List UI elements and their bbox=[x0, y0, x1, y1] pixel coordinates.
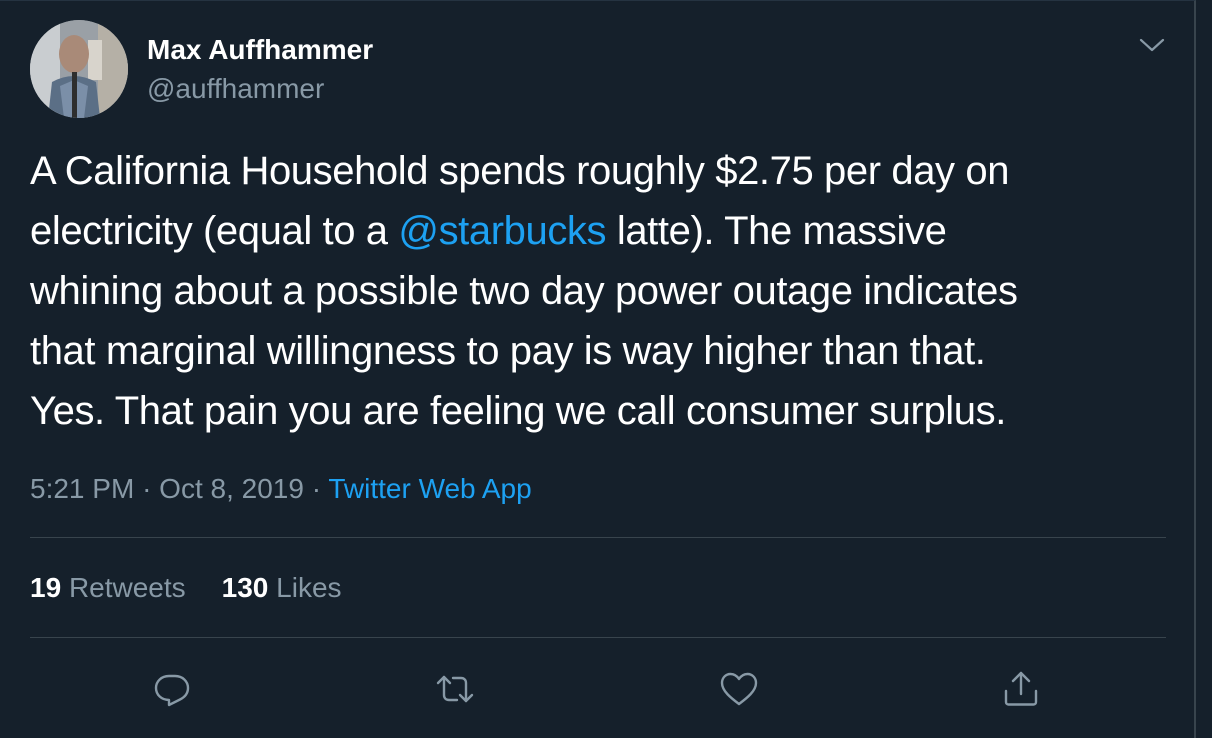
avatar-image bbox=[30, 20, 128, 118]
tweet-text-segment: A California Household spends roughly $2… bbox=[30, 149, 1010, 193]
likes-label: Likes bbox=[276, 572, 342, 603]
retweet-button[interactable] bbox=[435, 669, 475, 709]
retweet-icon bbox=[436, 675, 474, 703]
reply-icon bbox=[154, 674, 190, 707]
share-icon bbox=[1004, 671, 1038, 706]
tweet-text-line: electricity (equal to a @starbucks latte… bbox=[30, 201, 1180, 261]
tweet-text-line: whining about a possible two day power o… bbox=[30, 261, 1180, 321]
divider bbox=[30, 537, 1166, 538]
tweet-text-segment: that marginal willingness to pay is way … bbox=[30, 329, 986, 373]
retweets-stat[interactable]: 19 Retweets bbox=[30, 570, 186, 606]
tweet-timestamp[interactable]: 5:21 PM · Oct 8, 2019 bbox=[30, 473, 304, 504]
tweet-source-link[interactable]: Twitter Web App bbox=[328, 473, 531, 504]
tweet-text-line: that marginal willingness to pay is way … bbox=[30, 321, 1180, 381]
author-handle[interactable]: @auffhammer bbox=[147, 72, 324, 106]
likes-count: 130 bbox=[221, 572, 269, 603]
more-options-button[interactable] bbox=[1137, 33, 1167, 57]
avatar[interactable] bbox=[30, 20, 128, 118]
reply-button[interactable] bbox=[152, 669, 192, 709]
tweet-text-segment: whining about a possible two day power o… bbox=[30, 269, 1018, 313]
tweet-actions bbox=[0, 669, 1196, 709]
mention-link[interactable]: @starbucks bbox=[398, 209, 606, 253]
meta-separator: · bbox=[142, 473, 152, 504]
tweet-card: Max Auffhammer @auffhammer A California … bbox=[0, 0, 1196, 738]
author-name[interactable]: Max Auffhammer bbox=[147, 33, 373, 67]
meta-separator: · bbox=[311, 473, 322, 504]
tweet-time: 5:21 PM bbox=[30, 473, 135, 504]
share-button[interactable] bbox=[1001, 669, 1041, 709]
like-icon bbox=[720, 672, 758, 706]
tweet-text-segment: Yes. That pain you are feeling we call c… bbox=[30, 389, 1006, 433]
tweet-meta: 5:21 PM · Oct 8, 2019 · Twitter Web App bbox=[30, 471, 532, 507]
tweet-text-segment: electricity (equal to a bbox=[30, 209, 399, 253]
tweet-date: Oct 8, 2019 bbox=[159, 473, 304, 504]
tweet-text-line: A California Household spends roughly $2… bbox=[30, 141, 1180, 201]
like-button[interactable] bbox=[719, 669, 759, 709]
divider bbox=[30, 637, 1166, 638]
retweets-count: 19 bbox=[30, 572, 62, 603]
tweet-text-segment: latte). The massive bbox=[606, 209, 947, 253]
tweet-stats: 19 Retweets 130 Likes bbox=[30, 570, 342, 606]
likes-stat[interactable]: 130 Likes bbox=[222, 570, 342, 606]
tweet-text: A California Household spends roughly $2… bbox=[30, 141, 1180, 441]
retweets-label: Retweets bbox=[68, 572, 186, 603]
chevron-down-icon bbox=[1139, 38, 1165, 52]
tweet-text-line: Yes. That pain you are feeling we call c… bbox=[30, 381, 1180, 441]
